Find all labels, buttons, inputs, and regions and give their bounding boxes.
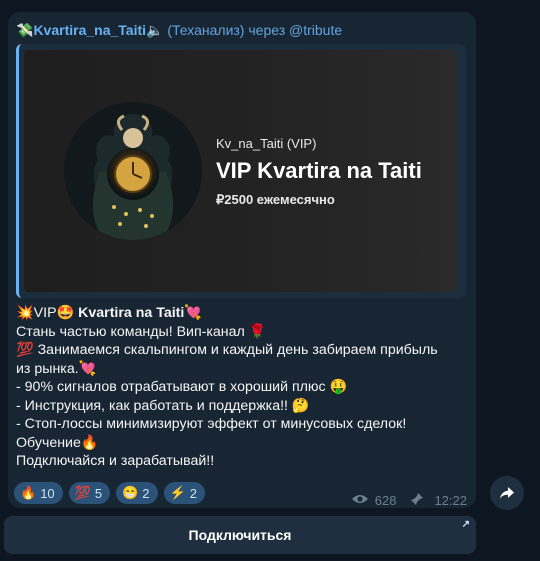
pin-icon bbox=[410, 492, 424, 509]
card-handle: Kv_na_Taiti (VIP) bbox=[216, 136, 317, 151]
reaction-count: 2 bbox=[142, 485, 150, 501]
title-prefix: 💥VIP🤩 bbox=[16, 305, 79, 321]
reaction-fire[interactable]: 🔥 10 bbox=[14, 482, 63, 504]
reaction-grin[interactable]: 😁 2 bbox=[116, 482, 158, 504]
message-text: 💥VIP🤩 Kvartira na Taiti💘 Стань частью ко… bbox=[16, 304, 466, 471]
share-icon bbox=[500, 487, 514, 499]
title-text: Kvartira na Taiti bbox=[78, 305, 185, 321]
lightning-icon: ⚡ bbox=[169, 485, 186, 500]
message-meta: 628 12:22 bbox=[351, 492, 467, 509]
card-price: ₽2500 ежемесячно bbox=[216, 192, 335, 207]
share-button[interactable] bbox=[490, 476, 524, 510]
via-bot[interactable]: через @tribute bbox=[248, 22, 342, 38]
speaker-emoji: 🔈 bbox=[146, 22, 164, 38]
connect-button-label: Подключиться bbox=[188, 527, 292, 543]
message-line-1: 💥VIP🤩 Kvartira na Taiti💘 bbox=[16, 304, 466, 323]
message-line-4: из рынка.💘 bbox=[16, 360, 97, 377]
grin-icon: 😁 bbox=[122, 485, 139, 500]
channel-avatar bbox=[64, 102, 202, 240]
reactions-bar: 🔥 10 💯 5 😁 2 ⚡ 2 bbox=[14, 482, 205, 504]
message-line-7: - Стоп-лоссы минимизируют эффект от мину… bbox=[16, 416, 407, 432]
eye-icon bbox=[351, 493, 369, 508]
message-time: 12:22 bbox=[434, 493, 467, 508]
preview-card[interactable]: Kv_na_Taiti (VIP) VIP Kvartira na Taiti … bbox=[24, 50, 457, 292]
reaction-count: 2 bbox=[189, 485, 197, 501]
message-line-6: - Инструкция, как работать и поддержка!!… bbox=[16, 397, 310, 414]
connect-button[interactable]: Подключиться ↗ bbox=[4, 516, 476, 554]
sender-name[interactable]: Kvartira_na_Taiti bbox=[33, 22, 146, 38]
message-line-3: 💯 Занимаемся скальпингом и каждый день з… bbox=[16, 342, 438, 358]
card-title: VIP Kvartira na Taiti bbox=[216, 158, 422, 183]
reaction-count: 5 bbox=[94, 485, 103, 501]
fire-icon: 🔥 bbox=[20, 485, 37, 500]
message-line-2: Стань частью команды! Вип-канал 🌹 bbox=[16, 323, 267, 340]
reaction-hundred[interactable]: 💯 5 bbox=[68, 482, 111, 504]
hundred-icon: 💯 bbox=[74, 485, 91, 500]
sender-suffix: (Теханализ) bbox=[167, 22, 245, 38]
message-header: 💸Kvartira_na_Taiti🔈 (Теханализ) через @t… bbox=[16, 22, 342, 38]
reaction-lightning[interactable]: ⚡ 2 bbox=[163, 482, 205, 504]
title-suffix: 💘 bbox=[184, 305, 202, 321]
message-line-5: - 90% сигналов отрабатывают в хороший пл… bbox=[16, 379, 348, 395]
message-line-9: Подключайся и зарабатывай!! bbox=[16, 453, 215, 469]
external-link-icon: ↗ bbox=[461, 519, 470, 530]
view-count: 628 bbox=[374, 493, 397, 508]
reaction-count: 10 bbox=[40, 485, 55, 501]
money-emoji: 💸 bbox=[16, 22, 34, 38]
message-line-8: Обучение🔥 bbox=[16, 434, 99, 451]
